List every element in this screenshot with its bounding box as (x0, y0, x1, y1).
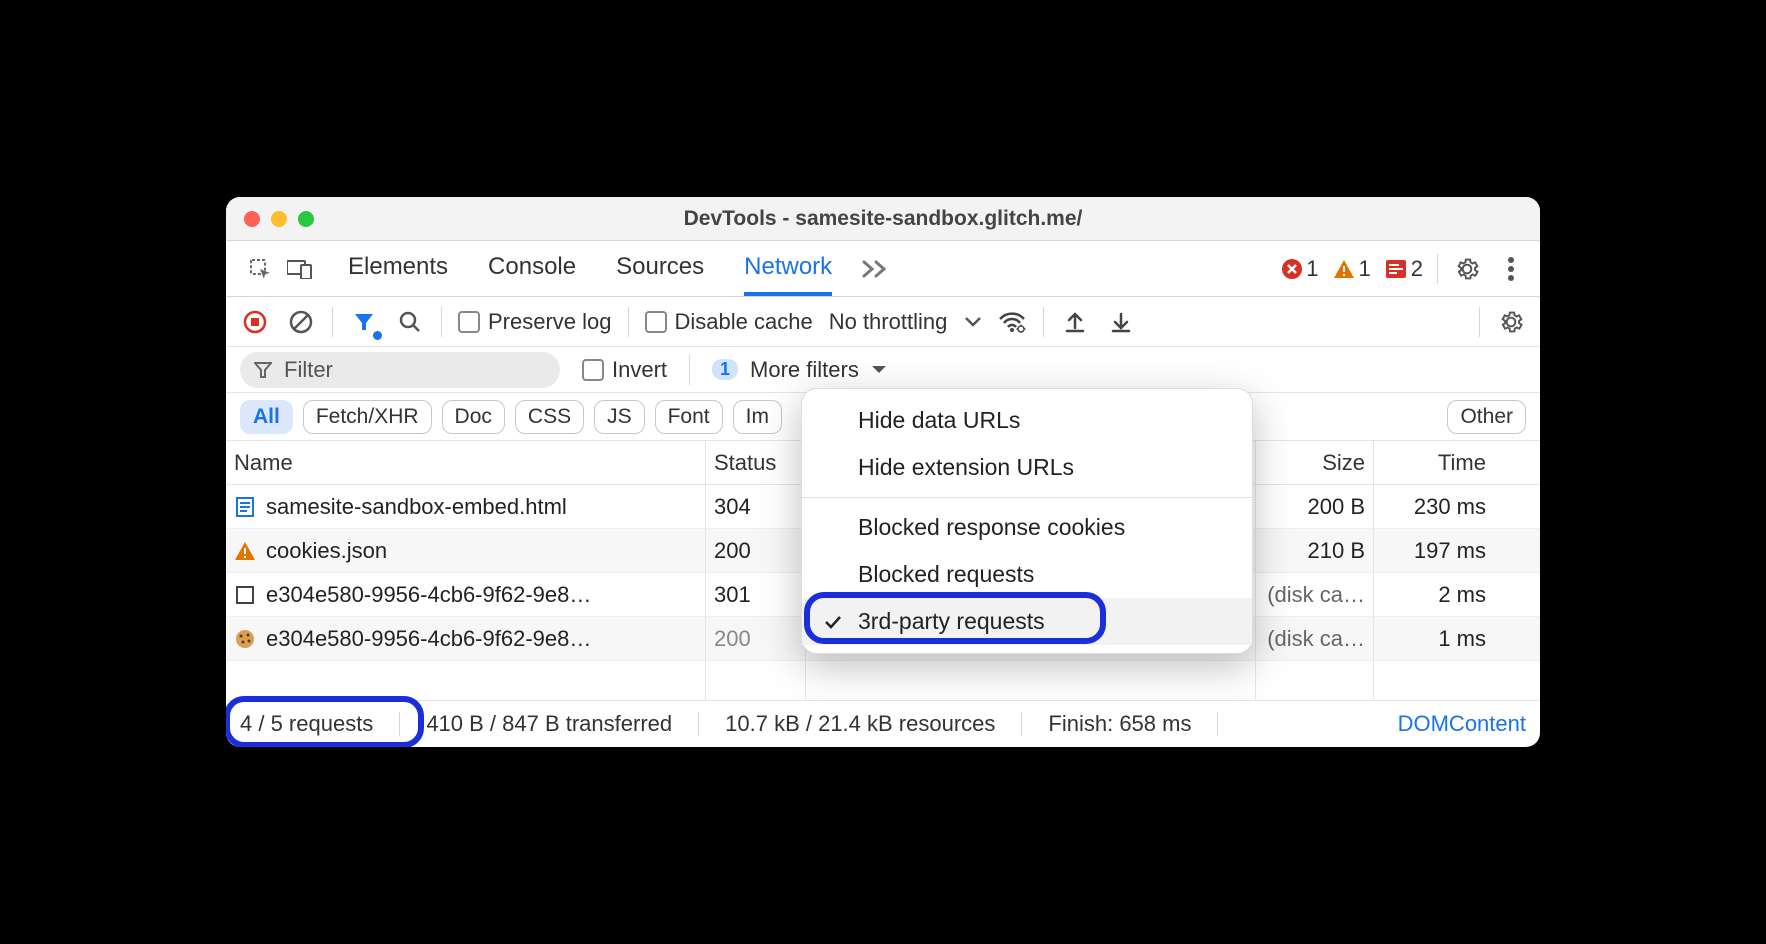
chip-font[interactable]: Font (655, 400, 723, 434)
disable-cache-checkbox[interactable]: Disable cache (645, 309, 813, 335)
filter-count-badge: 1 (712, 359, 738, 380)
minimize-window-button[interactable] (271, 211, 287, 227)
chip-all[interactable]: All (240, 400, 293, 434)
filter-3rd-party-requests[interactable]: 3rd-party requests (802, 598, 1252, 645)
window-title: DevTools - samesite-sandbox.glitch.me/ (226, 207, 1540, 231)
status-resources: 10.7 kB / 21.4 kB resources (725, 711, 995, 737)
warning-count: 1 (1359, 256, 1371, 282)
search-icon[interactable] (395, 307, 425, 337)
checkbox-icon (582, 359, 604, 381)
network-settings-icon[interactable] (1496, 307, 1526, 337)
chip-other[interactable]: Other (1447, 400, 1526, 434)
more-tabs-icon[interactable] (862, 260, 888, 278)
settings-icon[interactable] (1452, 254, 1482, 284)
download-har-icon[interactable] (1106, 307, 1136, 337)
tab-elements[interactable]: Elements (348, 242, 448, 296)
kebab-menu-icon[interactable] (1496, 254, 1526, 284)
status-requests: 4 / 5 requests (240, 711, 373, 737)
record-button[interactable] (240, 307, 270, 337)
table-blank-row (226, 661, 1540, 701)
tab-sources[interactable]: Sources (616, 242, 704, 296)
resource-type-row: All Fetch/XHR Doc CSS JS Font Im Other H… (226, 393, 1540, 441)
filter-toggle-icon[interactable] (349, 307, 379, 337)
devtools-window: DevTools - samesite-sandbox.glitch.me/ E… (226, 197, 1540, 747)
filter-blocked-response-cookies[interactable]: Blocked response cookies (802, 504, 1252, 551)
filter-input[interactable]: Filter (240, 352, 560, 388)
chip-fetch-xhr[interactable]: Fetch/XHR (303, 400, 432, 434)
throttling-select[interactable]: No throttling (829, 309, 982, 335)
col-status[interactable]: Status (706, 441, 806, 484)
status-finish: Finish: 658 ms (1048, 711, 1191, 737)
tab-console[interactable]: Console (488, 242, 576, 296)
frame-icon (234, 584, 256, 606)
col-size[interactable]: Size (1256, 441, 1374, 484)
title-bar: DevTools - samesite-sandbox.glitch.me/ (226, 197, 1540, 241)
status-bar: 4 / 5 requests 410 B / 847 B transferred… (226, 701, 1540, 747)
preserve-log-checkbox[interactable]: Preserve log (458, 309, 612, 335)
clear-button[interactable] (286, 307, 316, 337)
more-filters-dropdown[interactable]: 1 More filters (712, 357, 887, 383)
document-icon (234, 496, 256, 518)
filter-blocked-requests[interactable]: Blocked requests (802, 551, 1252, 598)
checkbox-icon (458, 311, 480, 333)
window-controls (226, 211, 314, 227)
col-time[interactable]: Time (1374, 441, 1494, 484)
chip-img[interactable]: Im (733, 400, 782, 434)
checkmark-icon (824, 615, 844, 629)
cookie-icon (234, 628, 256, 650)
checkbox-icon (645, 311, 667, 333)
upload-har-icon[interactable] (1060, 307, 1090, 337)
funnel-icon (254, 361, 272, 379)
chip-css[interactable]: CSS (515, 400, 584, 434)
chevron-down-icon (871, 365, 887, 375)
issues-badge[interactable]: 2 (1385, 256, 1423, 282)
issues-count: 2 (1411, 256, 1423, 282)
warning-icon (234, 540, 256, 562)
maximize-window-button[interactable] (298, 211, 314, 227)
chip-doc[interactable]: Doc (442, 400, 505, 434)
inspect-icon[interactable] (240, 257, 280, 281)
filter-row: Filter Invert 1 More filters (226, 347, 1540, 393)
error-badge[interactable]: 1 (1282, 256, 1318, 282)
filter-hide-extension-urls[interactable]: Hide extension URLs (802, 444, 1252, 491)
network-toolbar: Preserve log Disable cache No throttling (226, 297, 1540, 347)
warning-badge[interactable]: 1 (1333, 256, 1371, 282)
error-count: 1 (1306, 256, 1318, 282)
chevron-down-icon (965, 317, 981, 327)
device-toolbar-icon[interactable] (280, 259, 320, 279)
filter-hide-data-urls[interactable]: Hide data URLs (802, 397, 1252, 444)
network-conditions-icon[interactable] (997, 307, 1027, 337)
col-name[interactable]: Name (226, 441, 706, 484)
close-window-button[interactable] (244, 211, 260, 227)
more-filters-popover: Hide data URLs Hide extension URLs Block… (801, 388, 1253, 654)
chip-js[interactable]: JS (594, 400, 645, 434)
panel-tab-strip: Elements Console Sources Network 1 1 2 (226, 241, 1540, 297)
tab-network[interactable]: Network (744, 242, 832, 296)
status-domcontent[interactable]: DOMContent (1398, 711, 1526, 737)
invert-checkbox[interactable]: Invert (582, 357, 667, 383)
status-transferred: 410 B / 847 B transferred (426, 711, 672, 737)
